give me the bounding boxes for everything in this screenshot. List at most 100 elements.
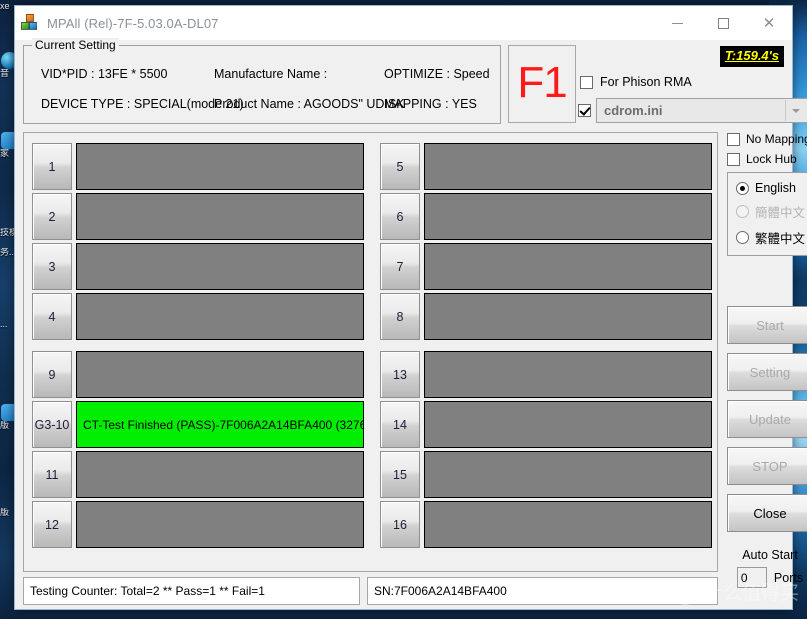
for-phison-rma-label: For Phison RMA bbox=[600, 75, 692, 89]
stop-button[interactable]: STOP bbox=[727, 447, 807, 485]
port-status-5 bbox=[424, 143, 712, 190]
language-label-simplified-chinese: 簡體中文 bbox=[755, 206, 806, 220]
ini-file-value: cdrom.ini bbox=[604, 103, 663, 118]
port-button-9[interactable]: 9 bbox=[32, 351, 72, 398]
port-button-13[interactable]: 13 bbox=[380, 351, 420, 398]
product-name-text: Product Name : AGOODS" UDISK bbox=[214, 97, 405, 111]
auto-start-ports-input[interactable]: 0 bbox=[736, 567, 767, 588]
port-status-15 bbox=[424, 451, 712, 498]
no-mapping-row[interactable]: No Mapping bbox=[727, 132, 807, 146]
maximize-button[interactable] bbox=[700, 6, 746, 40]
port-button-14[interactable]: 14 bbox=[380, 401, 420, 448]
auto-start-row: 0 Ports bbox=[727, 567, 807, 588]
port-button-16[interactable]: 16 bbox=[380, 501, 420, 548]
window-client-area: Current Setting VID*PID : 13FE * 5500 Ma… bbox=[15, 38, 807, 609]
port-button-11[interactable]: 11 bbox=[32, 451, 72, 498]
for-phison-rma-checkbox[interactable] bbox=[580, 75, 593, 89]
port-button-2[interactable]: 2 bbox=[32, 193, 72, 240]
chevron-down-icon[interactable] bbox=[785, 100, 806, 121]
minimize-button[interactable] bbox=[654, 6, 700, 40]
port-row: 6 bbox=[380, 193, 712, 240]
testing-counter-field: Testing Counter: Total=2 ** Pass=1 ** Fa… bbox=[23, 577, 360, 605]
port-row: 16 bbox=[380, 501, 712, 548]
port-status-8 bbox=[424, 293, 712, 340]
elapsed-timer-box: T:159.4's bbox=[719, 46, 784, 67]
port-row: 5 bbox=[380, 143, 712, 190]
radio-simplified-chinese bbox=[736, 205, 749, 218]
port-button-12[interactable]: 12 bbox=[32, 501, 72, 548]
port-row: 13 bbox=[380, 351, 712, 398]
port-status-2 bbox=[76, 193, 364, 240]
window-controls: ✕ bbox=[654, 6, 792, 40]
language-group: English 簡體中文 繁體中文 bbox=[727, 172, 807, 256]
start-button[interactable]: Start bbox=[727, 306, 807, 344]
window-title: MPAll (Rel)-7F-5.03.0A-DL07 bbox=[47, 15, 219, 31]
port-button-7[interactable]: 7 bbox=[380, 243, 420, 290]
port-status-13 bbox=[424, 351, 712, 398]
close-button[interactable]: Close bbox=[727, 494, 807, 532]
setting-button-label: Setting bbox=[749, 364, 791, 380]
port-row: 7 bbox=[380, 243, 712, 290]
vid-pid-text: VID*PID : 13FE * 5500 bbox=[41, 67, 168, 81]
port-button-15[interactable]: 15 bbox=[380, 451, 420, 498]
port-row: 8 bbox=[380, 293, 712, 340]
optimize-text: OPTIMIZE : Speed bbox=[384, 67, 490, 81]
port-button-5[interactable]: 5 bbox=[380, 143, 420, 190]
port-status-3 bbox=[76, 243, 364, 290]
port-row: 9 bbox=[32, 351, 364, 398]
port-row: 12 bbox=[32, 501, 364, 548]
port-row: 4 bbox=[32, 293, 364, 340]
port-status-1 bbox=[76, 143, 364, 190]
mapping-text: MAPPING : YES bbox=[384, 97, 477, 111]
for-phison-rma-row[interactable]: For Phison RMA bbox=[580, 75, 692, 89]
close-button-label: Close bbox=[753, 505, 787, 521]
port-button-1[interactable]: 1 bbox=[32, 143, 72, 190]
port-row: 3 bbox=[32, 243, 364, 290]
port-status-4 bbox=[76, 293, 364, 340]
blocks-icon bbox=[21, 14, 39, 32]
close-window-button[interactable]: ✕ bbox=[746, 6, 792, 40]
update-button-label: Update bbox=[749, 411, 791, 427]
auto-start-label: Auto Start bbox=[742, 548, 798, 562]
language-label-english: English bbox=[755, 181, 796, 195]
port-button-g3-10[interactable]: G3-10 bbox=[32, 401, 72, 448]
mpall-application-window: MPAll (Rel)-7F-5.03.0A-DL07 ✕ Current Se… bbox=[14, 5, 807, 610]
ini-file-row[interactable]: cdrom.ini bbox=[578, 98, 807, 123]
port-status-14 bbox=[424, 401, 712, 448]
port-button-6[interactable]: 6 bbox=[380, 193, 420, 240]
ports-column-left: 1 2 3 4 9 G3-10 CT-Test Finished (PASS)-7F006A… bbox=[24, 133, 371, 573]
ports-panel: 1 2 3 4 9 G3-10 CT-Test Finished (PASS)-7F006A… bbox=[23, 132, 718, 572]
ini-file-checkbox[interactable] bbox=[578, 104, 591, 117]
no-mapping-checkbox[interactable] bbox=[727, 132, 740, 146]
no-mapping-label: No Mapping bbox=[746, 132, 807, 146]
setting-button[interactable]: Setting bbox=[727, 353, 807, 391]
language-option-english[interactable]: English bbox=[736, 181, 807, 195]
port-row: 11 bbox=[32, 451, 364, 498]
f1-label: F1 bbox=[517, 58, 567, 107]
auto-start-section: Auto Start 0 Ports bbox=[727, 548, 807, 588]
port-status-g3-10: CT-Test Finished (PASS)-7F006A2A14BFA400… bbox=[76, 401, 364, 448]
port-status-16 bbox=[424, 501, 712, 548]
port-status-9 bbox=[76, 351, 364, 398]
serial-number-field: SN:7F006A2A14BFA400 bbox=[367, 577, 718, 605]
f1-indicator-box: F1 bbox=[508, 45, 576, 123]
port-status-12 bbox=[76, 501, 364, 548]
elapsed-timer-text: T:159.4's bbox=[724, 48, 779, 63]
port-button-3[interactable]: 3 bbox=[32, 243, 72, 290]
port-status-11 bbox=[76, 451, 364, 498]
radio-english[interactable] bbox=[736, 181, 749, 195]
manufacture-name-text: Manufacture Name : bbox=[214, 67, 328, 81]
radio-traditional-chinese[interactable] bbox=[736, 231, 749, 244]
current-setting-group: Current Setting VID*PID : 13FE * 5500 Ma… bbox=[23, 38, 501, 124]
language-option-traditional-chinese[interactable]: 繁體中文 bbox=[736, 228, 807, 247]
port-button-8[interactable]: 8 bbox=[380, 293, 420, 340]
port-row: 15 bbox=[380, 451, 712, 498]
lock-hub-row[interactable]: Lock Hub bbox=[727, 152, 807, 166]
port-button-4[interactable]: 4 bbox=[32, 293, 72, 340]
current-setting-legend: Current Setting bbox=[32, 38, 119, 52]
window-titlebar[interactable]: MPAll (Rel)-7F-5.03.0A-DL07 ✕ bbox=[15, 6, 792, 40]
update-button[interactable]: Update bbox=[727, 400, 807, 438]
lock-hub-checkbox[interactable] bbox=[727, 152, 740, 166]
stop-button-label: STOP bbox=[752, 458, 788, 474]
ini-file-combobox[interactable]: cdrom.ini bbox=[596, 98, 807, 123]
